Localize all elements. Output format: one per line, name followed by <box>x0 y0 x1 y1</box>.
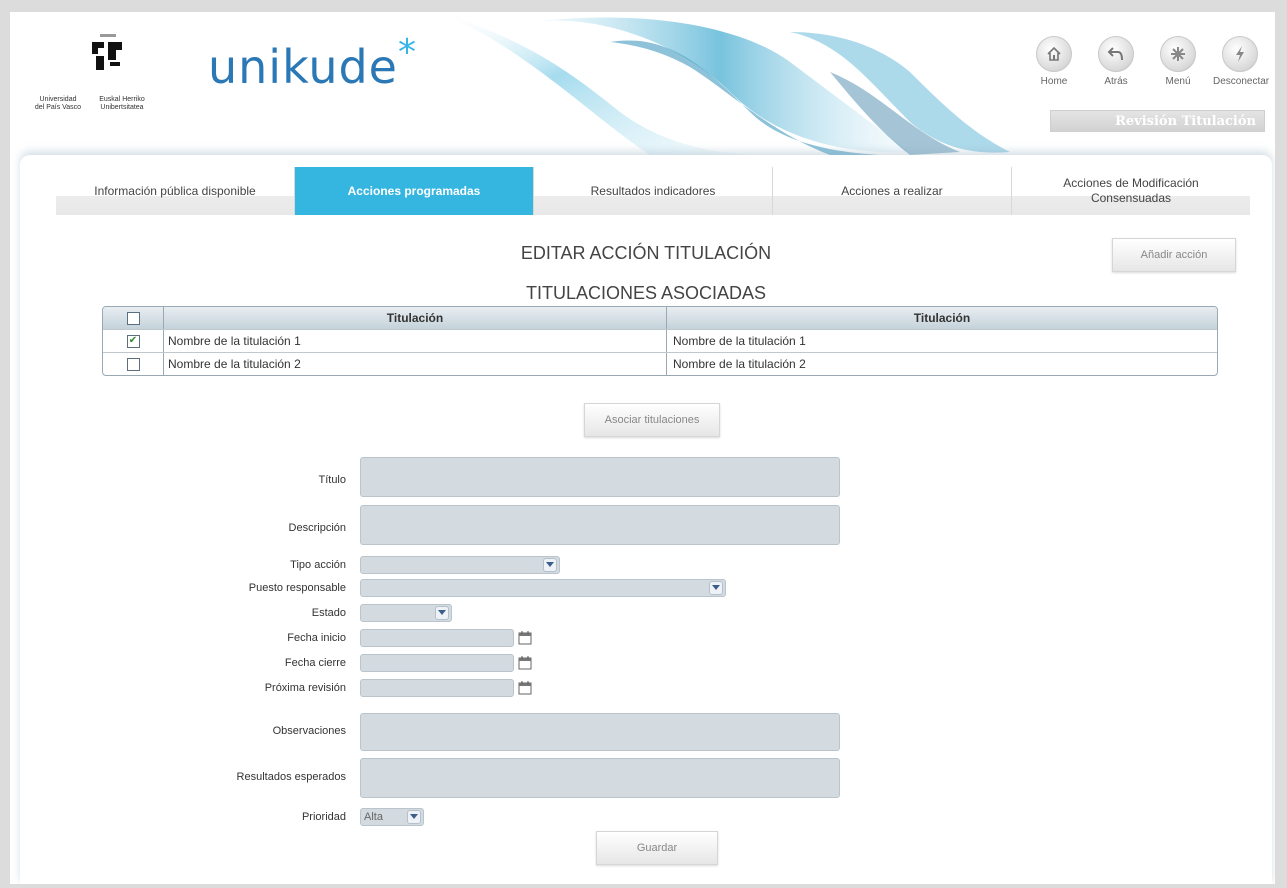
table-cell: Nombre de la titulación 1 <box>673 334 806 348</box>
home-icon <box>1036 36 1072 72</box>
back-button[interactable]: Atrás <box>1089 36 1143 87</box>
chevron-down-icon <box>407 810 421 824</box>
fecha-inicio-label: Fecha inicio <box>287 632 346 644</box>
column-header: Titulación <box>913 311 971 325</box>
home-button[interactable]: Home <box>1027 36 1081 87</box>
calendar-icon[interactable] <box>518 656 532 670</box>
titulo-label: Título <box>318 474 346 486</box>
resultados-esperados-input[interactable] <box>360 758 840 798</box>
page-title: EDITAR ACCIÓN TITULACIÓN <box>520 243 772 263</box>
table-row: ✔ Nombre de la titulación 1 Nombre de la… <box>103 330 1217 353</box>
tab-acciones-programadas[interactable]: Acciones programadas <box>295 167 534 215</box>
row-check-cell: ✔ <box>103 330 164 352</box>
select-all-cell <box>103 307 164 329</box>
menu-label: Menú <box>1165 76 1191 87</box>
estado-label: Estado <box>311 607 346 619</box>
university-name-eu: Euskal Herriko Unibertsitatea <box>99 96 145 111</box>
estado-select[interactable] <box>360 604 452 622</box>
table-row: Nombre de la titulación 2 Nombre de la t… <box>103 353 1217 375</box>
table-cell: Nombre de la titulación 1 <box>164 330 667 352</box>
home-label: Home <box>1040 76 1068 87</box>
back-label: Atrás <box>1104 76 1128 87</box>
row-check-cell <box>103 353 164 375</box>
puesto-responsable-select[interactable] <box>360 579 726 597</box>
descripcion-label: Descripción <box>288 522 346 534</box>
app-frame: Universidad del País Vasco Euskal Herrik… <box>10 12 1275 884</box>
resultados-esperados-label: Resultados esperados <box>236 771 346 783</box>
brand-logo: unikude* <box>208 32 417 94</box>
proxima-revision-label: Próxima revisión <box>264 682 346 694</box>
chevron-down-icon <box>435 606 449 620</box>
header-nav: Home Atrás Menú Desconectar <box>1027 36 1270 87</box>
save-button[interactable]: Guardar <box>596 831 718 865</box>
select-all-checkbox[interactable] <box>126 311 140 325</box>
fecha-cierre-label: Fecha cierre <box>284 657 346 669</box>
tab-bar: Información pública disponible Acciones … <box>56 167 1250 215</box>
header: Universidad del País Vasco Euskal Herrik… <box>10 12 1275 155</box>
tab-label: Acciones programadas <box>347 183 481 198</box>
tab-acciones-modificacion[interactable]: Acciones de Modificación Consensuadas <box>1012 167 1250 215</box>
tab-resultados-indicadores[interactable]: Resultados indicadores <box>534 167 773 215</box>
calendar-icon[interactable] <box>518 681 532 695</box>
row-checkbox[interactable] <box>126 357 140 371</box>
calendar-icon[interactable] <box>518 631 532 645</box>
section-badge: Revisión Titulación <box>1050 110 1265 132</box>
chevron-down-icon <box>709 581 723 595</box>
titulaciones-table: Titulación Titulación ✔ Nombre de la tit… <box>102 306 1218 376</box>
university-tree-logo-icon <box>92 34 122 70</box>
column-header: Titulación <box>164 307 667 329</box>
brand-star: * <box>397 32 417 73</box>
tab-acciones-a-realizar[interactable]: Acciones a realizar <box>773 167 1012 215</box>
university-logo: Universidad del País Vasco Euskal Herrik… <box>28 30 178 120</box>
table-cell: Nombre de la titulación 2 <box>164 353 667 375</box>
associate-titles-button[interactable]: Asociar titulaciones <box>584 403 720 437</box>
table-header-row: Titulación Titulación <box>103 307 1217 330</box>
menu-snowflake-icon <box>1160 36 1196 72</box>
disconnect-button[interactable]: Desconectar <box>1213 36 1270 87</box>
proxima-revision-input[interactable] <box>360 679 514 697</box>
tab-informacion-publica[interactable]: Información pública disponible <box>56 167 295 215</box>
tipo-accion-label: Tipo acción <box>290 559 346 571</box>
observaciones-input[interactable] <box>360 713 840 751</box>
titulo-input[interactable] <box>360 457 840 497</box>
tab-label: Acciones de Modificación <box>1063 176 1199 190</box>
back-arrow-icon <box>1098 36 1134 72</box>
tab-sublabel: Consensuadas <box>1090 191 1172 205</box>
tab-label: Resultados indicadores <box>590 183 716 198</box>
brand-name: unikude <box>208 40 398 94</box>
menu-button[interactable]: Menú <box>1151 36 1205 87</box>
observaciones-label: Observaciones <box>272 725 346 737</box>
tab-label: Acciones a realizar <box>841 183 943 198</box>
university-name-es: Universidad del País Vasco <box>34 96 82 111</box>
tipo-accion-select[interactable] <box>360 556 560 574</box>
tab-label: Información pública disponible <box>94 183 256 198</box>
descripcion-input[interactable] <box>360 505 840 545</box>
associated-titles-heading: TITULACIONES ASOCIADAS <box>525 283 767 303</box>
prioridad-select[interactable]: Alta <box>360 808 424 826</box>
content-panel: Información pública disponible Acciones … <box>20 155 1272 884</box>
lightning-icon <box>1222 36 1258 72</box>
row-checkbox-checked[interactable]: ✔ <box>126 334 140 348</box>
checkmark-icon: ✔ <box>128 335 138 346</box>
puesto-responsable-label: Puesto responsable <box>248 582 346 594</box>
disconnect-label: Desconectar <box>1213 76 1270 87</box>
chevron-down-icon <box>543 558 557 572</box>
fecha-cierre-input[interactable] <box>360 654 514 672</box>
add-action-button[interactable]: Añadir acción <box>1112 238 1236 272</box>
prioridad-value: Alta <box>364 811 383 823</box>
prioridad-label: Prioridad <box>301 811 346 823</box>
fecha-inicio-input[interactable] <box>360 629 514 647</box>
table-cell: Nombre de la titulación 2 <box>673 357 806 371</box>
